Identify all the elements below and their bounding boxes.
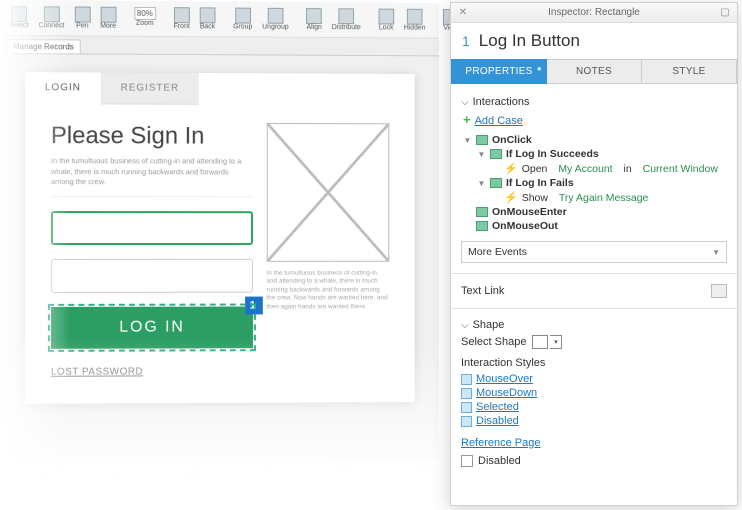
tab-properties[interactable]: PROPERTIES● [451,59,547,84]
action-open[interactable]: ⚡Open My Account in Current Window [463,161,727,176]
inspector-title: Inspector: Rectangle [548,7,640,18]
card-tabs: LOGIN REGISTER [25,72,415,106]
main-toolbar: Select Connect Pen More 80%Zoom Front Ba… [0,0,439,39]
text-link-label: Text Link [461,285,504,297]
add-case-link[interactable]: Add Case [463,112,727,127]
select-shape-row: Select Shape ▾ [461,335,727,349]
event-onclick[interactable]: ▼OnClick [463,133,727,147]
tool-connect[interactable]: Connect [35,4,67,31]
select-shape-label: Select Shape [461,336,526,348]
note-badge[interactable]: 1 [245,296,263,314]
inspector-titlebar: ✕ Inspector: Rectangle ▢ [451,3,737,23]
section-shape[interactable]: Shape [461,319,727,331]
page-description: In the tumultuous business of cutting-in… [51,156,253,197]
case-fail[interactable]: ▼If Log In Fails [463,176,727,190]
placeholder-caption: In the tumultuous business of cutting-in… [266,270,389,312]
event-icon [476,207,488,217]
page-tabstrip: Manage Records [0,36,439,56]
case-icon [490,149,502,159]
tool-ungroup[interactable]: Ungroup [259,6,291,33]
event-icon [476,221,488,231]
design-page: LOGIN REGISTER Please Sign In In the tum… [0,54,439,464]
tool-back[interactable]: Back [197,5,219,32]
inspector-tabs: PROPERTIES● NOTES STYLE [451,59,737,84]
interaction-styles-label: Interaction Styles [461,357,727,369]
inspector-body: Interactions Add Case ▼OnClick ▼If Log I… [451,84,737,505]
reference-page-link[interactable]: Reference Page [461,437,727,449]
password-field[interactable] [51,258,253,292]
shape-picker[interactable]: ▾ [532,335,562,349]
case-success[interactable]: ▼If Log In Succeeds [463,147,727,161]
tool-pen[interactable]: Pen [71,4,93,31]
tool-hidden[interactable]: Hidden [401,7,428,34]
action-show[interactable]: ⚡Show Try Again Message [463,190,727,205]
event-mouseout[interactable]: OnMouseOut [463,219,727,233]
login-button[interactable]: LOG IN 1 [51,306,253,348]
tab-register[interactable]: REGISTER [101,72,199,104]
event-icon [476,135,488,145]
widget-name-row: 1 Log In Button [451,23,737,59]
text-link-button[interactable] [711,284,727,298]
style-icon [461,388,472,399]
tool-distribute[interactable]: Distribute [329,6,364,33]
more-events-select[interactable]: More Events▼ [461,241,727,263]
disabled-checkbox[interactable]: Disabled [461,455,727,467]
widget-name[interactable]: Log In Button [479,31,727,51]
image-placeholder[interactable] [266,123,389,262]
case-icon [490,178,502,188]
zoom-control[interactable]: 80%Zoom [131,5,159,29]
tool-lock[interactable]: Lock [375,7,396,34]
style-icon [461,416,472,427]
page-heading: Please Sign In [51,122,253,150]
page-tab[interactable]: Manage Records [6,39,81,53]
tool-group[interactable]: Group [230,6,255,33]
bolt-icon: ⚡ [504,191,518,204]
tool-more[interactable]: More [97,5,119,32]
bolt-icon: ⚡ [504,162,518,175]
close-icon[interactable]: ✕ [457,7,469,19]
page-icon[interactable]: ▢ [719,7,731,19]
style-disabled[interactable]: Disabled [461,415,727,427]
tool-align[interactable]: Align [303,6,325,33]
style-icon [461,402,472,413]
section-interactions[interactable]: Interactions [461,96,727,108]
tab-notes[interactable]: NOTES [547,59,642,84]
lost-password-link[interactable]: LOST PASSWORD [51,366,253,378]
event-mouseenter[interactable]: OnMouseEnter [463,205,727,219]
text-link-row: Text Link [461,284,727,298]
username-field[interactable] [51,211,253,245]
login-button-label: LOG IN [119,318,185,336]
editor-canvas: Select Connect Pen More 80%Zoom Front Ba… [0,0,439,480]
style-icon [461,374,472,385]
inspector-panel: ✕ Inspector: Rectangle ▢ 1 Log In Button… [450,2,738,506]
disabled-label: Disabled [478,455,521,467]
tool-select[interactable]: Select [6,4,31,31]
note-index: 1 [461,32,471,50]
interactions-tree: ▼OnClick ▼If Log In Succeeds ⚡Open My Ac… [463,133,727,233]
style-mouseover[interactable]: MouseOver [461,373,727,385]
tool-front[interactable]: Front [171,5,193,32]
checkbox-icon [461,455,473,467]
tab-style[interactable]: STYLE [642,59,737,84]
signin-card: LOGIN REGISTER Please Sign In In the tum… [25,72,415,403]
style-selected[interactable]: Selected [461,401,727,413]
tab-login[interactable]: LOGIN [25,72,101,104]
style-mousedown[interactable]: MouseDown [461,387,727,399]
